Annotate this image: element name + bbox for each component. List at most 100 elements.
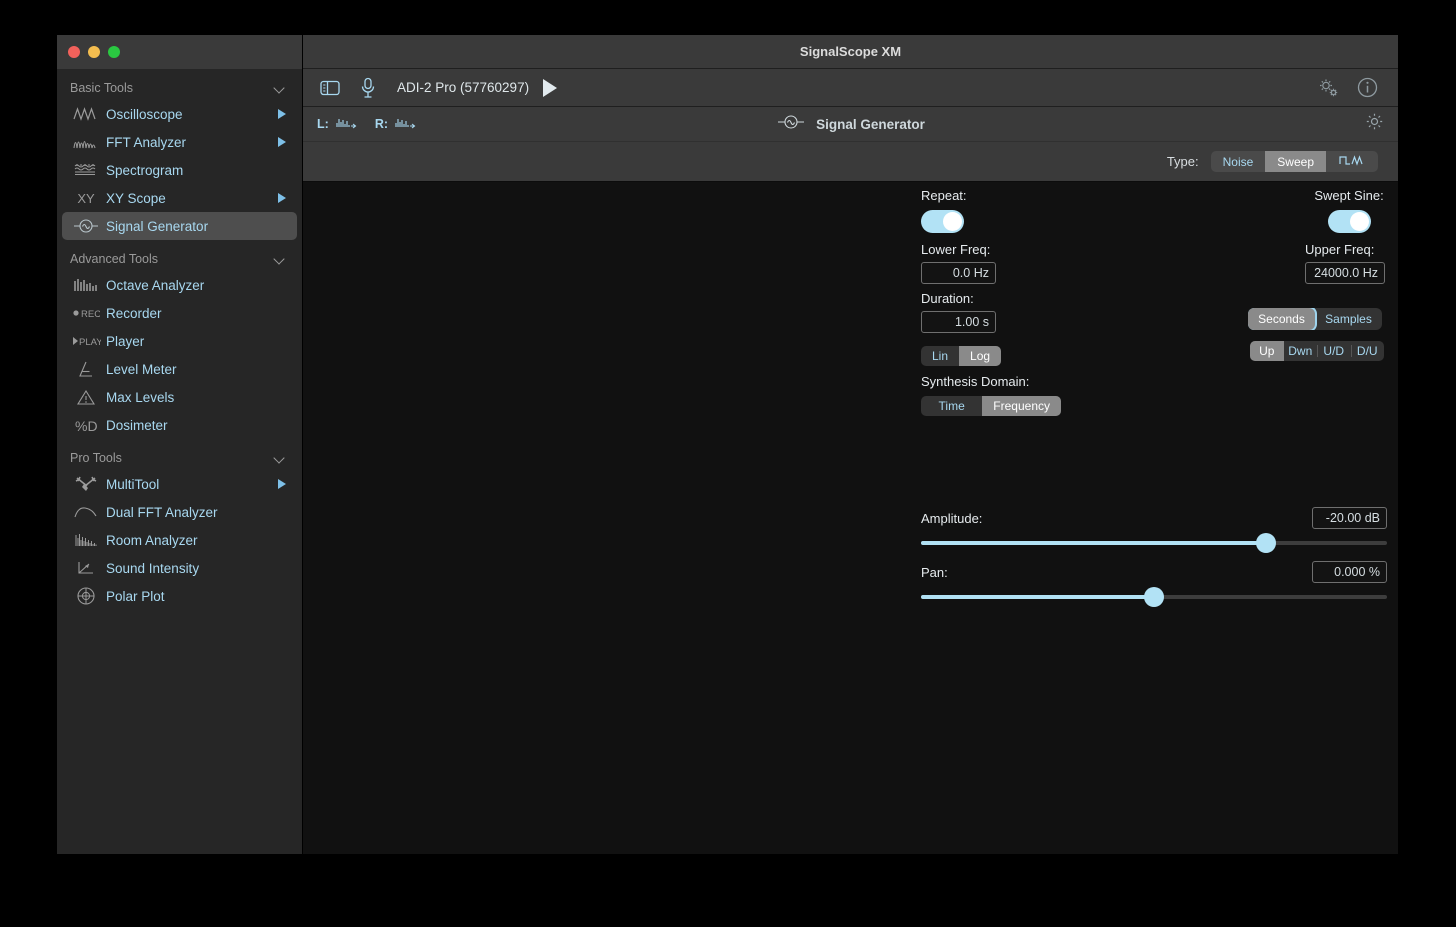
sweep-direction-segmented-control[interactable]: Up Dwn U/D D/U <box>1250 341 1384 361</box>
fft-analyzer-icon <box>71 132 101 152</box>
lower-freq-input[interactable]: 0.0 Hz <box>921 262 996 284</box>
toggle-knob <box>1350 212 1369 231</box>
application-window: Basic Tools Oscilloscope FFT Analyzer <box>57 35 1398 854</box>
info-icon[interactable] <box>1352 75 1382 101</box>
gears-icon[interactable] <box>1314 75 1344 101</box>
recorder-icon: REC <box>71 303 101 323</box>
repeat-toggle[interactable] <box>921 210 964 233</box>
chevron-down-icon[interactable] <box>275 255 286 262</box>
sidebar-item-room-analyzer[interactable]: Room Analyzer <box>62 526 297 554</box>
minimize-window-button[interactable] <box>88 46 100 58</box>
amplitude-slider-fill <box>921 541 1266 545</box>
sidebar-item-max-levels[interactable]: Max Levels <box>62 383 297 411</box>
upper-freq-group: Upper Freq: 24000.0 Hz <box>1305 242 1385 284</box>
svg-text:PLAY: PLAY <box>79 337 101 348</box>
sidebar-item-xy-scope[interactable]: XY XY Scope <box>62 184 297 212</box>
chevron-down-icon[interactable] <box>275 454 286 461</box>
sidebar-toggle-icon[interactable] <box>317 76 343 100</box>
sidebar-tool-list[interactable]: Basic Tools Oscilloscope FFT Analyzer <box>57 69 302 854</box>
sidebar-item-player[interactable]: PLAY Player <box>62 327 297 355</box>
synthesis-domain-segmented-control[interactable]: Time Frequency <box>921 396 1061 416</box>
signal-generator-icon <box>776 114 806 135</box>
sidebar-item-label: XY Scope <box>106 191 166 206</box>
group-label: Basic Tools <box>70 81 133 95</box>
sidebar-item-multitool[interactable]: MultiTool <box>62 470 297 498</box>
amplitude-slider-group: Amplitude: -20.00 dB <box>921 507 1387 545</box>
disclosure-triangle-icon[interactable] <box>278 137 286 147</box>
sidebar-item-polar-plot[interactable]: Polar Plot <box>62 582 297 610</box>
play-icon[interactable] <box>543 79 557 97</box>
sidebar-item-dosimeter[interactable]: %D Dosimeter <box>62 411 297 439</box>
sidebar-item-fft-analyzer[interactable]: FFT Analyzer <box>62 128 297 156</box>
sweep-direction-option-up[interactable]: Up <box>1250 341 1284 361</box>
sidebar-group-header-basic-tools[interactable]: Basic Tools <box>57 75 302 100</box>
sidebar-item-oscilloscope[interactable]: Oscilloscope <box>62 100 297 128</box>
pan-label: Pan: <box>921 565 948 580</box>
generator-type-bar: Type: Noise Sweep <box>303 142 1398 182</box>
sweep-scale-segmented-control[interactable]: Lin Log <box>921 346 1001 366</box>
duration-units-segmented-control[interactable]: Seconds Samples <box>1248 308 1382 330</box>
sidebar-item-signal-generator[interactable]: Signal Generator <box>62 212 297 240</box>
duration-input[interactable]: 1.00 s <box>921 311 996 333</box>
sidebar-group-header-advanced-tools[interactable]: Advanced Tools <box>57 246 302 271</box>
generator-type-segmented-control[interactable]: Noise Sweep <box>1211 151 1378 172</box>
upper-freq-input[interactable]: 24000.0 Hz <box>1305 262 1385 284</box>
close-window-button[interactable] <box>68 46 80 58</box>
pan-input[interactable]: 0.000 % <box>1312 561 1387 583</box>
sweep-direction-option-ud[interactable]: U/D <box>1317 341 1351 361</box>
waveform-route-icon[interactable] <box>335 117 359 131</box>
upper-freq-label: Upper Freq: <box>1305 242 1385 257</box>
synthesis-domain-group: Synthesis Domain: Time Frequency <box>921 374 1061 416</box>
disclosure-triangle-icon[interactable] <box>278 193 286 203</box>
amplitude-slider-track[interactable] <box>921 541 1387 545</box>
octave-analyzer-icon <box>71 275 101 295</box>
sidebar-item-sound-intensity[interactable]: Sound Intensity <box>62 554 297 582</box>
sidebar-item-dual-fft-analyzer[interactable]: Dual FFT Analyzer <box>62 498 297 526</box>
gear-icon[interactable] <box>1365 112 1384 136</box>
repeat-control-group: Repeat: <box>921 188 967 233</box>
sidebar-item-level-meter[interactable]: Level Meter <box>62 355 297 383</box>
chevron-down-icon[interactable] <box>275 84 286 91</box>
group-label: Advanced Tools <box>70 252 158 266</box>
main-panel: SignalScope XM ADI-2 Pro (57760297) <box>303 35 1398 854</box>
polar-plot-icon <box>71 586 101 606</box>
sweep-direction-group: Up Dwn U/D D/U <box>1250 341 1384 361</box>
duration-label: Duration: <box>921 291 996 306</box>
type-option-sweep[interactable]: Sweep <box>1265 151 1326 172</box>
window-title: SignalScope XM <box>800 44 901 59</box>
level-meter-icon <box>71 359 101 379</box>
waveform-route-icon[interactable] <box>394 117 418 131</box>
sweep-direction-option-du[interactable]: D/U <box>1351 341 1385 361</box>
synthesis-domain-label: Synthesis Domain: <box>921 374 1061 389</box>
amplitude-slider-knob[interactable] <box>1256 533 1276 553</box>
type-option-noise[interactable]: Noise <box>1211 151 1266 172</box>
duration-units-option-samples[interactable]: Samples <box>1315 308 1382 330</box>
sidebar-group-header-pro-tools[interactable]: Pro Tools <box>57 445 302 470</box>
sidebar-item-label: Level Meter <box>106 362 177 377</box>
sidebar-item-spectrogram[interactable]: Spectrogram <box>62 156 297 184</box>
swept-sine-toggle[interactable] <box>1328 210 1371 233</box>
sweep-scale-option-lin[interactable]: Lin <box>921 346 959 366</box>
square-triangle-wave-icon <box>1338 153 1366 170</box>
type-option-waveform[interactable] <box>1326 151 1378 172</box>
sweep-scale-option-log[interactable]: Log <box>959 346 1001 366</box>
microphone-icon[interactable] <box>355 76 381 100</box>
sidebar-item-recorder[interactable]: REC Recorder <box>62 299 297 327</box>
sidebar-item-octave-analyzer[interactable]: Octave Analyzer <box>62 271 297 299</box>
svg-text:XY: XY <box>77 191 95 206</box>
window-traffic-lights <box>57 35 302 69</box>
disclosure-triangle-icon[interactable] <box>278 479 286 489</box>
synthesis-domain-option-time[interactable]: Time <box>921 396 982 416</box>
synthesis-domain-option-frequency[interactable]: Frequency <box>982 396 1061 416</box>
pan-slider-knob[interactable] <box>1144 587 1164 607</box>
disclosure-triangle-icon[interactable] <box>278 109 286 119</box>
sweep-direction-option-dwn[interactable]: Dwn <box>1284 341 1318 361</box>
pan-header: Pan: 0.000 % <box>921 561 1387 583</box>
pan-slider-track[interactable] <box>921 595 1387 599</box>
zoom-window-button[interactable] <box>108 46 120 58</box>
xy-scope-icon: XY <box>71 188 101 208</box>
amplitude-input[interactable]: -20.00 dB <box>1312 507 1387 529</box>
type-label: Type: <box>1167 154 1199 169</box>
duration-units-option-seconds[interactable]: Seconds <box>1248 308 1315 330</box>
device-name-label[interactable]: ADI-2 Pro (57760297) <box>397 80 529 95</box>
